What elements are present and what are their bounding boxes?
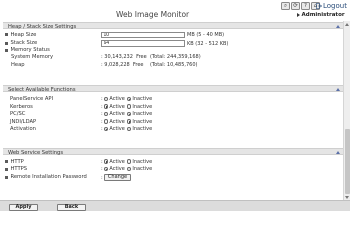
back-button[interactable]: Back [57,204,86,211]
bullet-icon [5,160,8,163]
heap-size-unit: MB (5 - 40 MB) [187,32,225,38]
memory-status-row: Memory Status [5,47,50,54]
active-radio[interactable] [103,104,109,109]
inactive-label: Inactive [132,126,153,132]
active-label: Active [109,158,125,165]
http-active-radio[interactable] [103,159,109,164]
https-radio-group: : Active Inactive [101,166,153,172]
inactive-radio[interactable] [126,111,132,117]
active-label: Active [109,103,125,110]
scroll-up-icon[interactable] [345,22,350,26]
http-radio-group: : Active Inactive [101,158,153,165]
section-header-web-service[interactable]: Web Service Settings [3,148,343,156]
stack-size-input[interactable] [101,40,185,47]
stack-size-row: Stack Size [5,40,37,47]
active-radio[interactable] [103,111,109,117]
function-radio-group: : Active Inactive [101,118,153,125]
inactive-label: Inactive [132,166,153,172]
section-title: Heap / Stack Size Settings [8,23,77,30]
settings-content[interactable]: Heap / Stack Size Settings Heap Size MB … [0,21,343,200]
heap-total: (Total: 10,485,760) [150,62,198,68]
collapse-icon[interactable] [336,24,340,28]
refresh-icon[interactable]: ⟳ [291,2,300,10]
logout-label: Logout [323,1,347,10]
function-radio-group: : Active Inactive [101,126,153,132]
heap-label: Heap [11,62,25,68]
bullet-icon [5,48,8,52]
https-active-radio[interactable] [103,166,109,172]
section-header-functions[interactable]: Select Available Functions [3,85,343,93]
remote-password-label: Remote Installation Password [10,174,87,180]
user-label: Administrator [301,11,345,18]
footer-bar: Apply Back [0,200,350,211]
scroll-down-icon[interactable] [345,195,350,199]
bullet-icon [5,33,8,36]
active-label: Active [109,96,125,102]
section-header-heap-stack[interactable]: Heap / Stack Size Settings [3,22,343,30]
bullet-icon [5,167,8,171]
http-label: HTTP [10,158,24,165]
active-label: Active [109,118,125,125]
active-label: Active [109,166,125,172]
inactive-radio[interactable] [126,104,132,109]
scroll-thumb[interactable] [345,129,350,194]
inactive-label: Inactive [132,103,153,110]
https-inactive-radio[interactable] [126,166,132,172]
section-title: Select Available Functions [8,86,76,93]
bullet-icon [5,175,8,179]
inactive-radio[interactable] [126,126,132,132]
heap-size-row: Heap Size [5,31,36,38]
logout-link[interactable]: Logout [316,2,347,10]
system-memory-free: : 30,143,232 Free [101,54,147,60]
search-icon[interactable]: ⌕ [281,2,290,10]
memory-status-label: Memory Status [10,47,50,53]
https-label: HTTPS [10,166,28,172]
stack-size-unit: KB (32 - 512 KB) [187,40,229,47]
collapse-icon[interactable] [336,87,340,91]
http-inactive-radio[interactable] [126,159,132,164]
app-title: Web Image Monitor [116,10,190,19]
collapse-icon[interactable] [336,150,340,154]
heap-size-label: Heap Size [10,31,37,38]
function-radio-group: : Active Inactive [101,96,153,102]
function-label: JNDI/LDAP [10,118,37,125]
https-row: HTTPS [5,166,27,173]
http-row: HTTP [5,158,24,165]
remote-password-row: Remote Installation Password [5,174,87,181]
system-memory-total: (Total: 244,359,168) [150,54,201,60]
help-icon[interactable]: ? [301,2,310,10]
stack-size-label: Stack Size [10,40,38,46]
change-password-button[interactable]: Change [104,173,131,181]
inactive-label: Inactive [132,111,153,117]
inactive-label: Inactive [132,118,153,125]
function-label: Kerberos [10,103,33,110]
bullet-icon [5,41,8,45]
active-radio[interactable] [103,96,109,102]
function-radio-group: : Active Inactive [101,111,153,117]
heap-free: : 9,028,228 Free [101,62,144,68]
system-memory-label: System Memory [11,54,54,60]
apply-button[interactable]: Apply [9,204,38,211]
user-menu[interactable]: Administrator [297,12,345,18]
function-label: Activation [10,126,36,132]
inactive-radio[interactable] [126,96,132,102]
function-radio-group: : Active Inactive [101,103,153,110]
active-radio[interactable] [103,119,109,124]
heap-size-input[interactable] [101,31,185,38]
section-title: Web Service Settings [8,149,64,156]
active-label: Active [109,126,125,132]
inactive-label: Inactive [132,96,153,102]
top-bar: Web Image Monitor ⌕ ⟳ ? ⌂ Logout Adminis… [0,0,350,21]
inactive-radio[interactable] [126,119,132,124]
function-label: PC/SC [10,111,26,117]
active-radio[interactable] [103,126,109,132]
logout-icon [316,2,322,9]
caret-right-icon [297,12,300,17]
vertical-scrollbar[interactable] [343,21,350,200]
inactive-label: Inactive [132,158,153,165]
active-label: Active [109,111,125,117]
function-label: PanelService API [10,96,54,102]
toolbar-icons: ⌕ ⟳ ? ⌂ [281,2,320,10]
